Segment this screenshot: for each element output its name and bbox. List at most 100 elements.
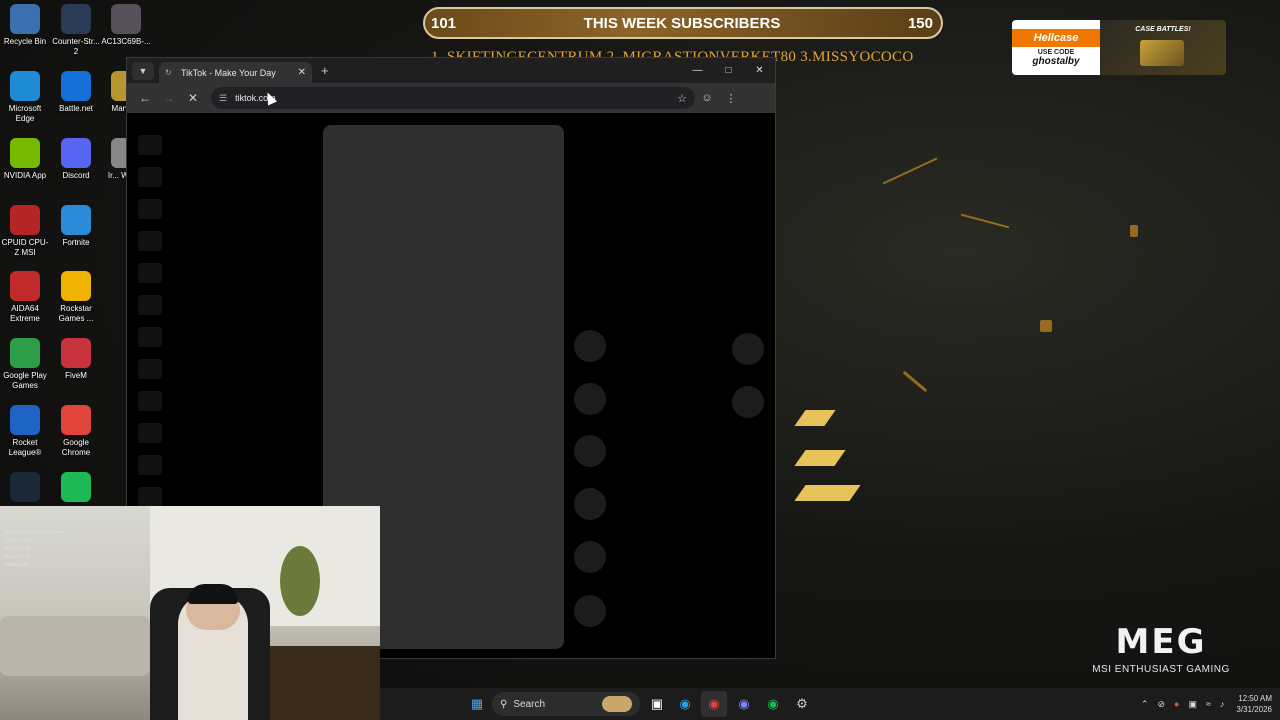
desktop-icon[interactable]: Battle.net (51, 71, 101, 114)
chevron-down-icon: ▼ (138, 65, 148, 76)
tab-search-button[interactable]: ▼ (132, 61, 154, 80)
spotify-taskbar-icon[interactable]: ◉ (760, 691, 786, 717)
desktop-icon-label: FiveM (65, 371, 87, 380)
system-tray: ⌃ ⊘ ● ▣ ≈ ♪ 12:50 AM 3/31/2026 (1132, 688, 1272, 720)
chrome-taskbar-icon[interactable]: ◉ (701, 691, 727, 717)
desktop-icon[interactable]: Google Play Games (0, 338, 50, 391)
file-icon (111, 4, 141, 34)
sidebar-skeleton (138, 263, 162, 283)
desktop-icon-label: AC13C69B-... (101, 37, 151, 46)
address-bar[interactable]: ☰ tiktok.com ☆ (211, 87, 695, 109)
url-text[interactable]: tiktok.com (235, 93, 677, 103)
taskbar-clock[interactable]: 12:50 AM 3/31/2026 (1236, 693, 1272, 715)
fortnite-icon (61, 205, 91, 235)
action-button-skeleton (574, 435, 606, 467)
close-tab-icon[interactable]: ✕ (298, 67, 306, 78)
desktop-icon[interactable]: NVIDIA App (0, 138, 50, 181)
discord-icon (61, 138, 91, 168)
minimize-button[interactable]: — (682, 58, 713, 83)
windows-start-icon[interactable]: ▦ (464, 691, 490, 717)
action-button-skeleton (574, 383, 606, 415)
spotify-icon (61, 472, 91, 502)
desktop-icon-label: Recycle Bin (3, 37, 47, 46)
site-info-icon[interactable]: ☰ (219, 93, 227, 104)
fivem-icon (61, 338, 91, 368)
desktop-icon-label: Microsoft Edge (8, 104, 42, 123)
chat-message: Migrastionverket80 : ♥♥♥♥♥ (4, 530, 66, 536)
desktop-icon[interactable]: Rockstar Games ... (51, 271, 101, 324)
subscriber-goal: 150 (907, 14, 933, 32)
desktop-icon[interactable]: AC13C69B-... (101, 4, 151, 47)
hellcase-ad: Hellcase USE CODE ghostalby CASE BATTLES… (1012, 20, 1226, 75)
display-icon[interactable]: ▣ (1188, 699, 1197, 710)
desktop-icon[interactable]: Rocket League® (0, 405, 50, 458)
tab-tiktok[interactable]: ↻ TikTok - Make Your Day ✕ (159, 62, 312, 83)
desktop-icon[interactable]: FiveM (51, 338, 101, 381)
wifi-icon[interactable]: ≈ (1206, 699, 1211, 709)
webcam-overlay: Migrastionverket80 : ♥♥♥♥♥ ozzzee1788 : ☺… (0, 506, 380, 720)
taskbar-search[interactable]: ⚲ Search (492, 692, 640, 716)
desktop-icon-label: Rockstar Games ... (58, 304, 94, 323)
hellcase-brand: Hellcase (1012, 28, 1100, 47)
action-button-skeleton (574, 595, 606, 627)
loading-favicon-icon: ↻ (165, 67, 172, 77)
action-button-skeleton (732, 333, 764, 365)
desktop-icon[interactable]: CPUID CPU-Z MSI (0, 205, 50, 258)
sidebar-skeleton (138, 135, 162, 155)
desktop-icon[interactable] (51, 472, 101, 505)
desktop-icon-label: Counter-Str... 2 (52, 37, 100, 56)
maximize-button[interactable]: □ (713, 58, 744, 83)
action-button-skeleton (732, 386, 764, 418)
clock-time: 12:50 AM (1238, 694, 1272, 703)
desktop-icon-label: CPUID CPU-Z MSI (1, 238, 49, 257)
recycle-bin-icon (10, 4, 40, 34)
browser-titlebar[interactable]: ▼ ↻ TikTok - Make Your Day ✕ + — □ ✕ (127, 58, 775, 83)
desktop-icon[interactable]: Fortnite (51, 205, 101, 248)
chat-message: ozzzee1788 : ☺ (4, 538, 41, 544)
sidebar-skeleton (138, 359, 162, 379)
hellcase-code-label: USE CODE (1037, 48, 1075, 56)
volume-icon[interactable]: ♪ (1220, 699, 1225, 709)
tray-overflow-icon[interactable]: ⌃ (1141, 699, 1149, 710)
stop-loading-button[interactable]: ✕ (181, 91, 205, 105)
steam-taskbar-icon[interactable]: ⚙ (789, 691, 815, 717)
desktop-icon[interactable]: Counter-Str... 2 (51, 4, 101, 57)
profile-icon[interactable]: ☺ (695, 92, 719, 104)
close-window-button[interactable]: ✕ (744, 58, 775, 83)
sidebar-skeleton (138, 231, 162, 251)
desktop-icon[interactable]: Recycle Bin (0, 4, 50, 47)
chrome-icon (61, 405, 91, 435)
desktop-icon[interactable]: AIDA64 Extreme (0, 271, 50, 324)
desktop-icon[interactable]: Discord (51, 138, 101, 181)
menu-kebab-icon[interactable]: ⋮ (719, 92, 743, 105)
desktop-icon[interactable]: Microsoft Edge (0, 71, 50, 124)
search-icon: ⚲ (500, 698, 508, 710)
desktop-icon[interactable] (0, 472, 50, 505)
microphone-icon[interactable]: ● (1174, 699, 1179, 709)
network-icon[interactable]: ⊘ (1157, 699, 1165, 710)
edge-taskbar-icon[interactable]: ◉ (672, 691, 698, 717)
aida64-icon (10, 271, 40, 301)
desktop-icon-label: Google Play Games (3, 371, 47, 390)
desktop-icon-label: Rocket League® (8, 438, 42, 457)
steam-icon (10, 472, 40, 502)
bookmark-star-icon[interactable]: ☆ (677, 92, 687, 105)
action-button-skeleton (574, 541, 606, 573)
action-button-skeleton (574, 330, 606, 362)
battlenet-icon (61, 71, 91, 101)
desktop-icon[interactable]: Google Chrome (51, 405, 101, 458)
browser-toolbar: ← → ✕ ☰ tiktok.com ☆ ☺ ⋮ (127, 83, 775, 113)
discord-taskbar-icon[interactable]: ◉ (731, 691, 757, 717)
task-view-icon[interactable]: ▣ (644, 691, 670, 717)
meg-subtitle: MSI ENTHUSIAST GAMING (1092, 664, 1230, 675)
action-button-skeleton (574, 488, 606, 520)
new-tab-button[interactable]: + (321, 63, 329, 78)
meg-wordmark: MEG (1115, 622, 1207, 662)
clock-date: 3/31/2026 (1236, 705, 1272, 714)
sidebar-skeleton (138, 391, 162, 411)
window-controls: — □ ✕ (682, 58, 775, 83)
back-button[interactable]: ← (133, 91, 157, 105)
crate-icon (1140, 40, 1184, 66)
forward-button[interactable]: → (157, 91, 181, 105)
sidebar-skeleton (138, 167, 162, 187)
